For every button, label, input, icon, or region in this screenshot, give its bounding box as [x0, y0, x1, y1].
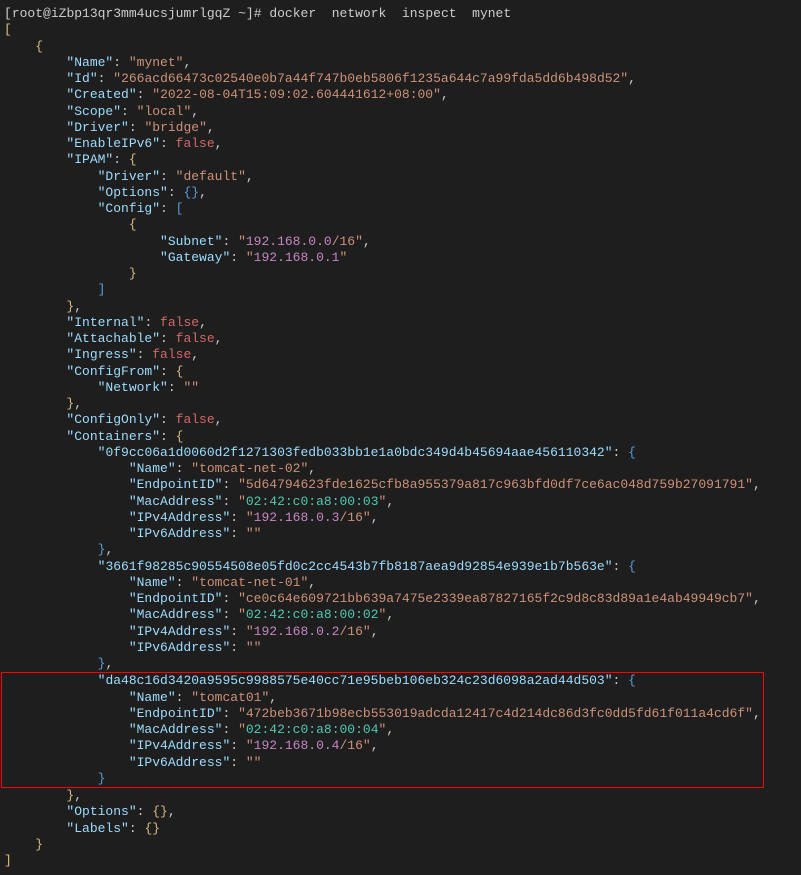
shell-prompt[interactable]: [root@iZbp13qr3mm4ucsjumrlgqZ ~]# docker…	[4, 6, 511, 21]
command-text: docker network inspect mynet	[269, 6, 511, 21]
highlighted-container: "da48c16d3420a9595c9988575e40cc71e95beb1…	[1, 672, 764, 788]
terminal-output: [root@iZbp13qr3mm4ucsjumrlgqZ ~]# docker…	[0, 0, 801, 875]
